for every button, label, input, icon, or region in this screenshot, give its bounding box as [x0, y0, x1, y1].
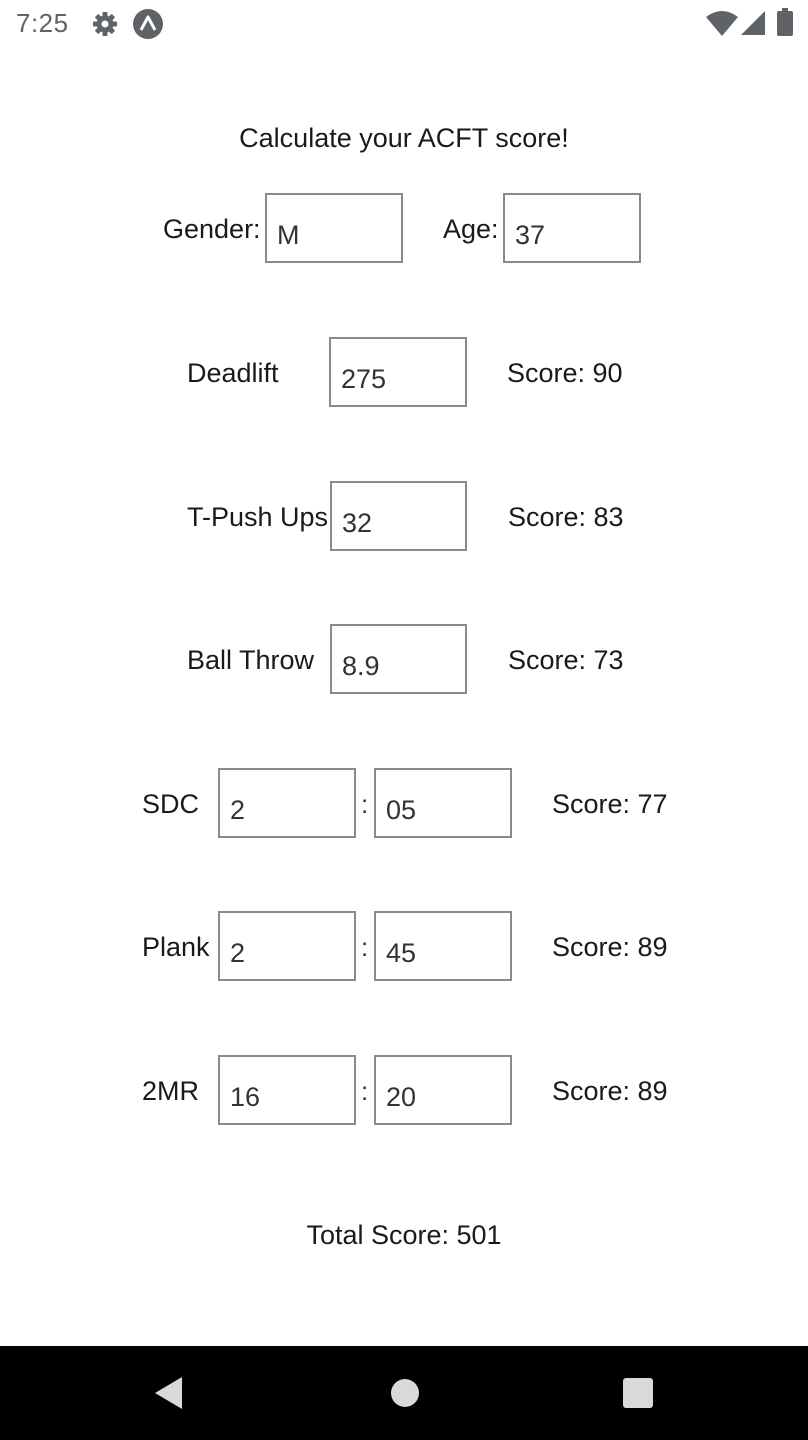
plank-seconds-input[interactable] [374, 911, 512, 981]
page-title: Calculate your ACFT score! [239, 123, 569, 153]
cellular-signal-icon [741, 11, 765, 40]
age-input[interactable] [503, 193, 641, 263]
gender-label: Gender: [163, 214, 261, 244]
plank-score: Score: 89 [552, 932, 668, 962]
status-time: 7:25 [16, 8, 69, 38]
settings-gear-icon [92, 11, 118, 42]
gender-input[interactable] [265, 193, 403, 263]
ball-throw-input[interactable] [330, 624, 467, 694]
total-score: Total Score: 501 [306, 1220, 502, 1250]
two-mile-run-minutes-input[interactable] [218, 1055, 356, 1125]
battery-icon [777, 8, 793, 41]
pushups-score: Score: 83 [508, 502, 624, 532]
navigation-bar [0, 1346, 808, 1440]
sdc-label: SDC [142, 789, 200, 819]
sdc-time-separator: : [361, 789, 369, 819]
sdc-minutes-input[interactable] [218, 768, 356, 838]
deadlift-score: Score: 90 [507, 358, 623, 388]
age-label: Age: [443, 214, 499, 244]
home-icon[interactable] [390, 1378, 420, 1413]
deadlift-input[interactable] [329, 337, 467, 407]
pushups-label: T-Push Ups [187, 502, 329, 532]
deadlift-label: Deadlift [187, 358, 279, 388]
pushups-input[interactable] [330, 481, 467, 551]
ball-throw-score: Score: 73 [508, 645, 624, 675]
two-mile-run-time-separator: : [361, 1076, 369, 1106]
expo-app-icon [133, 9, 163, 44]
status-bar: 7:25 [0, 0, 808, 48]
back-icon[interactable] [154, 1376, 184, 1415]
recents-icon[interactable] [623, 1378, 653, 1413]
two-mile-run-score: Score: 89 [552, 1076, 668, 1106]
plank-time-separator: : [361, 932, 369, 962]
two-mile-run-label: 2MR [142, 1076, 200, 1106]
sdc-score: Score: 77 [552, 789, 668, 819]
two-mile-run-seconds-input[interactable] [374, 1055, 512, 1125]
sdc-seconds-input[interactable] [374, 768, 512, 838]
plank-label: Plank [142, 932, 210, 962]
wifi-icon [706, 11, 738, 42]
ball-throw-label: Ball Throw [187, 645, 315, 675]
plank-minutes-input[interactable] [218, 911, 356, 981]
